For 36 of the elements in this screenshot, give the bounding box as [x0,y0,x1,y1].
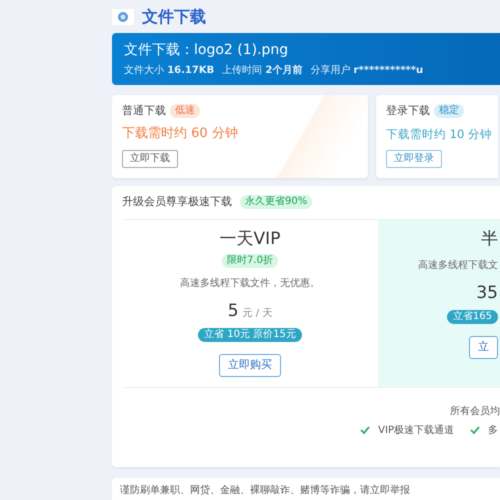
check-icon [360,425,370,435]
page-title: 文件下载 [142,6,206,28]
buy-button[interactable]: 立即购买 [219,354,281,376]
speed-tag: 低速 [170,104,200,118]
logo-icon [112,8,134,24]
option-title: 普通下载 [122,103,166,119]
speed-tag: 稳定 [434,104,464,118]
file-meta: 分享用户 r***********u [310,64,424,78]
benefit-text: 多 [488,424,498,438]
plan-name: 半 [481,228,498,250]
file-meta: 上传时间 2个月前 [222,64,302,78]
plan-name: 一天VIP [220,228,280,250]
buy-button[interactable]: 立 [469,336,498,358]
plan-price: 35 [476,282,498,304]
price-unit: 元 / 天 [242,306,272,320]
file-title: 文件下载：logo2 (1).png [124,41,290,59]
benefits-title: 所有会员均 [450,404,500,418]
plan-card[interactable]: 半 高速多线程下载文 35 立省165 立 [378,220,500,386]
plan-price: 5 [228,300,239,322]
savings-tag: 立省165 [446,310,498,324]
download-button[interactable]: 立即登录 [386,150,442,168]
notice-text: 谨防刷单兼职、网贷、金融、裸聊敲诈、赌博等诈骗，请立即举报 [112,478,500,500]
savings-tag: 立省 10元 原价15元 [198,328,302,342]
download-time: 下载需时约 10 分钟 [386,126,493,142]
plan-description: 高速多线程下载文 [418,258,498,272]
file-meta: 文件大小 16.17KB [124,64,214,78]
plan-description: 高速多线程下载文件，无优惠。 [180,276,320,290]
plan-card[interactable]: 一天VIP 限时7.0折 高速多线程下载文件，无优惠。 5 元 / 天 立省 10元 原价15元 立即购买 [122,220,378,386]
section-title: 升级会员尊享极速下载 [122,194,232,210]
download-button[interactable]: 立即下载 [122,150,178,168]
check-icon [470,425,480,435]
option-title: 登录下载 [386,103,430,119]
promo-tag: 永久更省90% [240,195,312,210]
discount-tag: 限时7.0折 [222,254,278,268]
download-time: 下载需时约 60 分钟 [122,124,239,142]
benefit-text: VIP极速下载通道 [378,424,454,438]
